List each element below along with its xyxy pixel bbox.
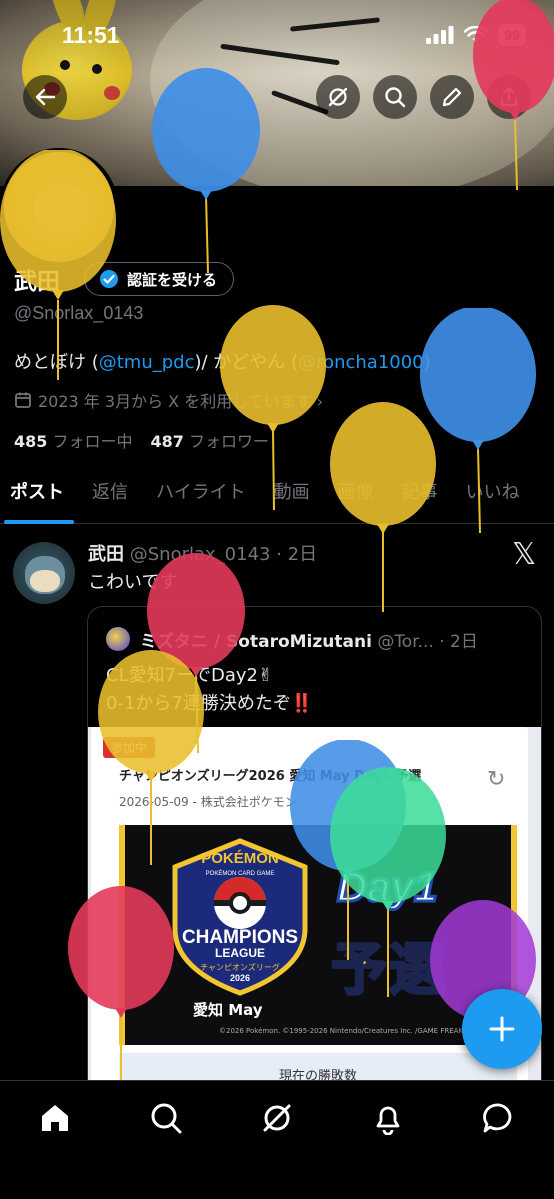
logo-pokemon-text: POKÉMON bbox=[201, 850, 279, 867]
pencil-icon bbox=[442, 87, 462, 107]
message-icon[interactable] bbox=[482, 1101, 516, 1135]
following-link[interactable]: 485 フォロー中 bbox=[14, 428, 133, 452]
bottom-navigation bbox=[0, 1080, 554, 1199]
logo-year-text: 2026 bbox=[230, 973, 250, 983]
following-label: フォロー中 bbox=[52, 432, 133, 451]
grok-icon bbox=[328, 87, 348, 107]
balloon-red bbox=[473, 0, 554, 190]
balloon-red bbox=[68, 886, 174, 1086]
balloon-yellow bbox=[98, 650, 204, 865]
post-author-name[interactable]: 武田 bbox=[88, 544, 124, 565]
logo-champions-text: CHAMPIONS bbox=[182, 927, 298, 948]
compose-post-button[interactable] bbox=[462, 989, 542, 1069]
quoted-author-avatar bbox=[106, 627, 130, 651]
refresh-icon: ↻ bbox=[487, 767, 506, 792]
logo-card-game-text: POKÉMON CARD GAME bbox=[206, 870, 275, 877]
grok-button[interactable] bbox=[316, 75, 360, 119]
x-logo-icon: 𝕏 bbox=[512, 537, 537, 572]
double-exclamation-emoji: ‼️ bbox=[290, 693, 314, 714]
balloon-yellow bbox=[0, 150, 116, 380]
search-icon bbox=[385, 87, 406, 108]
status-time: 11:51 bbox=[62, 22, 120, 48]
search-button[interactable] bbox=[373, 75, 417, 119]
home-icon[interactable] bbox=[38, 1101, 72, 1135]
grok-icon[interactable] bbox=[260, 1101, 294, 1135]
logo-jp-text: チャンピオンズリーグ bbox=[200, 962, 280, 972]
event-location: 愛知 May bbox=[193, 1001, 263, 1019]
quoted-post-meta: @Tor... · 2日 bbox=[377, 632, 478, 652]
bell-icon[interactable] bbox=[371, 1101, 405, 1135]
back-arrow-icon bbox=[35, 88, 56, 106]
balloon-blue bbox=[152, 68, 260, 274]
following-count: 485 bbox=[14, 432, 48, 451]
logo-league-text: LEAGUE bbox=[215, 946, 265, 960]
calendar-icon bbox=[15, 392, 31, 408]
balloon-yellow bbox=[220, 305, 326, 510]
tab-posts[interactable]: ポスト bbox=[0, 470, 78, 524]
followers-count: 487 bbox=[150, 432, 184, 451]
tab-replies[interactable]: 返信 bbox=[78, 470, 142, 524]
plus-icon bbox=[489, 1016, 515, 1042]
cellular-signal-icon bbox=[426, 26, 454, 44]
search-icon[interactable] bbox=[149, 1101, 183, 1135]
balloon-yellow bbox=[330, 402, 436, 612]
back-button[interactable] bbox=[23, 75, 67, 119]
post-author-avatar[interactable] bbox=[13, 542, 75, 604]
